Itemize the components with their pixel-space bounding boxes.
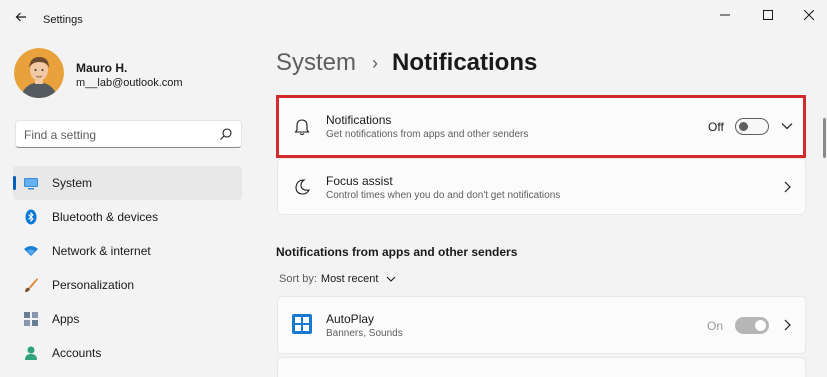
app-item-autoplay[interactable]: AutoPlay Banners, Sounds On	[277, 296, 806, 354]
notifications-description: Get notifications from apps and other se…	[326, 129, 529, 140]
arrow-left-icon	[15, 12, 26, 22]
sidebar-item-accounts[interactable]: Accounts	[13, 336, 242, 370]
back-button[interactable]	[10, 8, 32, 26]
breadcrumb-parent[interactable]: System	[276, 49, 356, 77]
close-icon	[804, 10, 814, 20]
maximize-button[interactable]	[753, 4, 783, 26]
search-input[interactable]	[24, 127, 214, 142]
sidebar-item-personalization[interactable]: Personalization	[13, 268, 242, 302]
app-item-partial[interactable]	[277, 357, 806, 377]
user-name: Mauro H.	[76, 61, 128, 75]
brush-icon	[25, 278, 38, 292]
moon-icon	[292, 177, 312, 197]
sidebar-item-apps[interactable]: Apps	[13, 302, 242, 336]
search-icon[interactable]	[219, 127, 233, 141]
sidebar-item-label: Network & internet	[52, 244, 151, 258]
apps-icon	[24, 312, 38, 326]
bell-icon	[292, 117, 312, 137]
page-title: Notifications	[392, 49, 538, 76]
sidebar-item-network[interactable]: Network & internet	[13, 234, 242, 268]
chevron-right-icon[interactable]	[780, 180, 794, 194]
app-toggle[interactable]	[735, 317, 769, 334]
sidebar-item-label: Apps	[52, 312, 80, 326]
notifications-toggle-state: Off	[708, 120, 724, 134]
focus-assist-card[interactable]: Focus assist Control times when you do a…	[277, 158, 806, 215]
sidebar-item-bluetooth[interactable]: Bluetooth & devices	[13, 200, 242, 234]
chevron-right-icon[interactable]	[780, 318, 794, 332]
system-icon	[24, 178, 38, 190]
toggle-knob	[755, 320, 766, 331]
close-button[interactable]	[794, 4, 824, 26]
breadcrumb: System › Notifications	[276, 49, 537, 77]
autoplay-icon	[292, 314, 312, 334]
minimize-button[interactable]	[710, 4, 740, 26]
sidebar-item-label: Accounts	[52, 346, 102, 360]
app-item-title: AutoPlay	[326, 312, 375, 326]
sort-dropdown[interactable]: Sort by: Most recent	[279, 273, 396, 285]
user-email: m__lab@outlook.com	[76, 77, 183, 89]
scrollbar[interactable]	[823, 118, 826, 158]
sidebar-item-label: Bluetooth & devices	[52, 210, 159, 224]
search-box[interactable]	[15, 120, 242, 148]
sidebar-item-system[interactable]: System	[13, 166, 242, 200]
chevron-down-icon[interactable]	[780, 119, 794, 133]
sort-value: Most recent	[320, 273, 379, 285]
bluetooth-icon	[25, 209, 37, 225]
chevron-down-icon	[386, 276, 396, 282]
notifications-title: Notifications	[326, 113, 392, 127]
sidebar-item-label: Personalization	[52, 278, 135, 292]
title-bar: Settings	[0, 0, 827, 32]
avatar[interactable]	[14, 48, 64, 98]
wifi-icon	[24, 246, 38, 256]
notifications-card[interactable]: Notifications Get notifications from app…	[277, 96, 806, 157]
app-title: Settings	[43, 14, 83, 26]
app-item-description: Banners, Sounds	[326, 328, 403, 339]
toggle-knob	[739, 122, 748, 131]
section-title: Notifications from apps and other sender…	[276, 245, 518, 259]
app-toggle-state: On	[707, 319, 724, 333]
maximize-icon	[763, 10, 773, 20]
sidebar-nav: System Bluetooth & devices Network & int…	[13, 166, 242, 370]
person-icon	[25, 346, 37, 360]
focus-assist-title: Focus assist	[326, 174, 393, 188]
notifications-toggle[interactable]	[735, 118, 769, 135]
sort-label: Sort by:	[279, 273, 317, 285]
minimize-icon	[720, 14, 730, 16]
focus-assist-description: Control times when you do and don't get …	[326, 190, 561, 201]
breadcrumb-separator: ›	[372, 52, 379, 73]
sidebar-item-label: System	[52, 176, 93, 190]
